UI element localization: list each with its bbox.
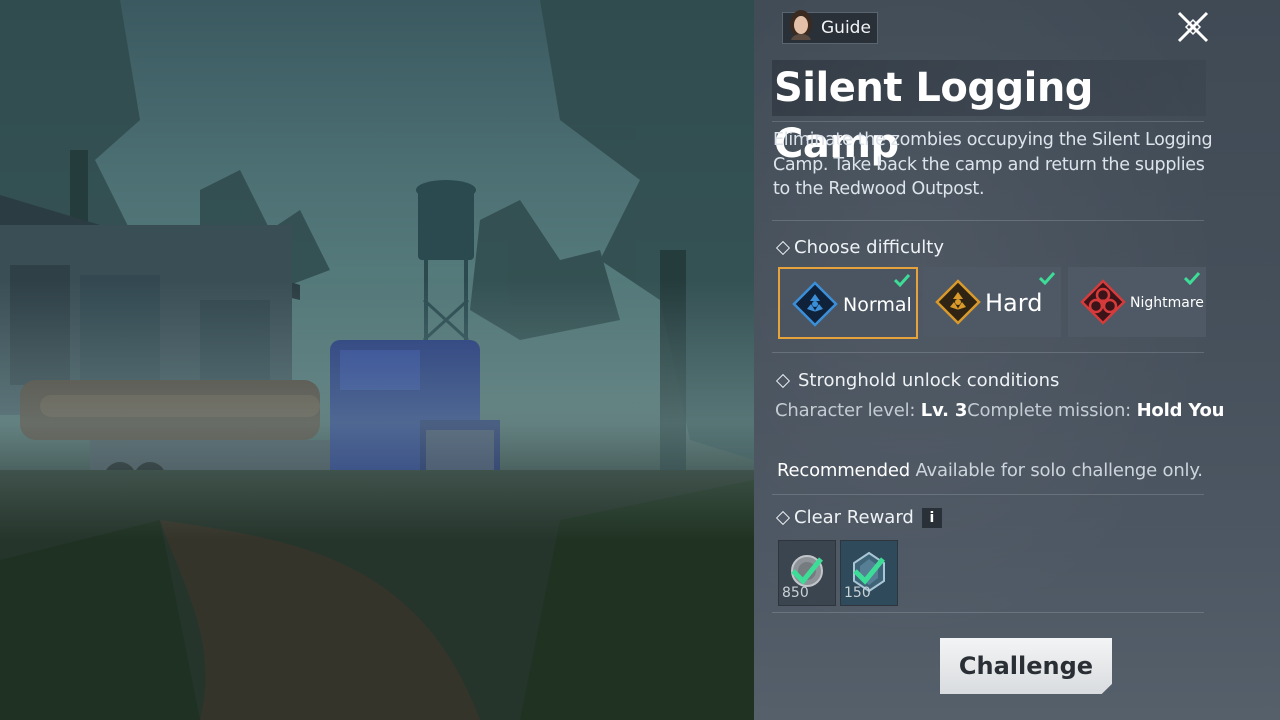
check-icon xyxy=(1184,271,1200,285)
reward-heading: Clear Reward i xyxy=(775,507,942,528)
stage-background-scene xyxy=(0,0,754,720)
reward-item-gem[interactable]: 150 xyxy=(840,540,898,606)
difficulty-label-hard: Hard xyxy=(985,289,1043,317)
difficulty-option-normal[interactable]: Normal xyxy=(778,267,918,339)
divider xyxy=(772,220,1204,221)
biohazard-icon xyxy=(1080,279,1126,325)
unlock-heading: Stronghold unlock conditions xyxy=(775,370,1060,391)
challenge-button[interactable]: Challenge xyxy=(940,638,1112,694)
check-icon xyxy=(894,273,910,287)
divider xyxy=(772,352,1204,353)
divider xyxy=(772,121,1204,122)
unlock-heading-text: Stronghold unlock conditions xyxy=(798,370,1060,391)
guide-label: Guide xyxy=(821,18,871,38)
reward-heading-text: Clear Reward xyxy=(794,507,914,528)
diamond-bullet-icon xyxy=(775,240,791,255)
mission-label: Complete mission: xyxy=(967,400,1132,421)
divider xyxy=(772,612,1204,613)
reward-count: 150 xyxy=(844,585,871,601)
recommended-text: Available for solo challenge only. xyxy=(915,460,1203,481)
diamond-bullet-icon xyxy=(775,373,791,388)
level-label: Character level: xyxy=(775,400,916,421)
difficulty-option-hard[interactable]: Hard xyxy=(923,267,1061,337)
close-icon[interactable] xyxy=(1174,8,1212,46)
reward-count: 850 xyxy=(782,585,809,601)
stage-title: Silent Logging Camp xyxy=(772,60,1206,167)
diamond-bullet-icon xyxy=(775,510,791,525)
difficulty-label-normal: Normal xyxy=(843,294,912,316)
stage-info-panel: Guide Silent Logging Camp Eliminate the … xyxy=(754,0,1280,720)
guide-avatar-icon xyxy=(790,10,812,40)
stage-description: Eliminate the zombies occupying the Sile… xyxy=(773,130,1213,199)
recommended-line: Recommended Available for solo challenge… xyxy=(777,460,1203,481)
difficulty-options: Normal Hard Nightmare xyxy=(778,267,1208,339)
guide-button[interactable]: Guide xyxy=(782,10,878,44)
check-icon xyxy=(1039,271,1055,285)
unlock-conditions: Character level: Lv. 3Complete mission: … xyxy=(775,400,1224,421)
logging-camp-illustration xyxy=(0,0,754,720)
radiation-icon xyxy=(935,279,981,325)
recommended-label: Recommended xyxy=(777,460,910,481)
difficulty-label-nightmare: Nightmare xyxy=(1130,295,1204,311)
divider xyxy=(772,494,1204,495)
difficulty-heading-text: Choose difficulty xyxy=(794,237,945,258)
radiation-icon xyxy=(792,281,838,327)
reward-item-coin[interactable]: 850 xyxy=(778,540,836,606)
mission-value: Hold You xyxy=(1136,400,1225,421)
difficulty-option-nightmare[interactable]: Nightmare xyxy=(1068,267,1206,337)
difficulty-heading: Choose difficulty xyxy=(775,237,945,258)
level-value: Lv. 3 xyxy=(920,400,968,421)
info-icon[interactable]: i xyxy=(921,507,942,528)
